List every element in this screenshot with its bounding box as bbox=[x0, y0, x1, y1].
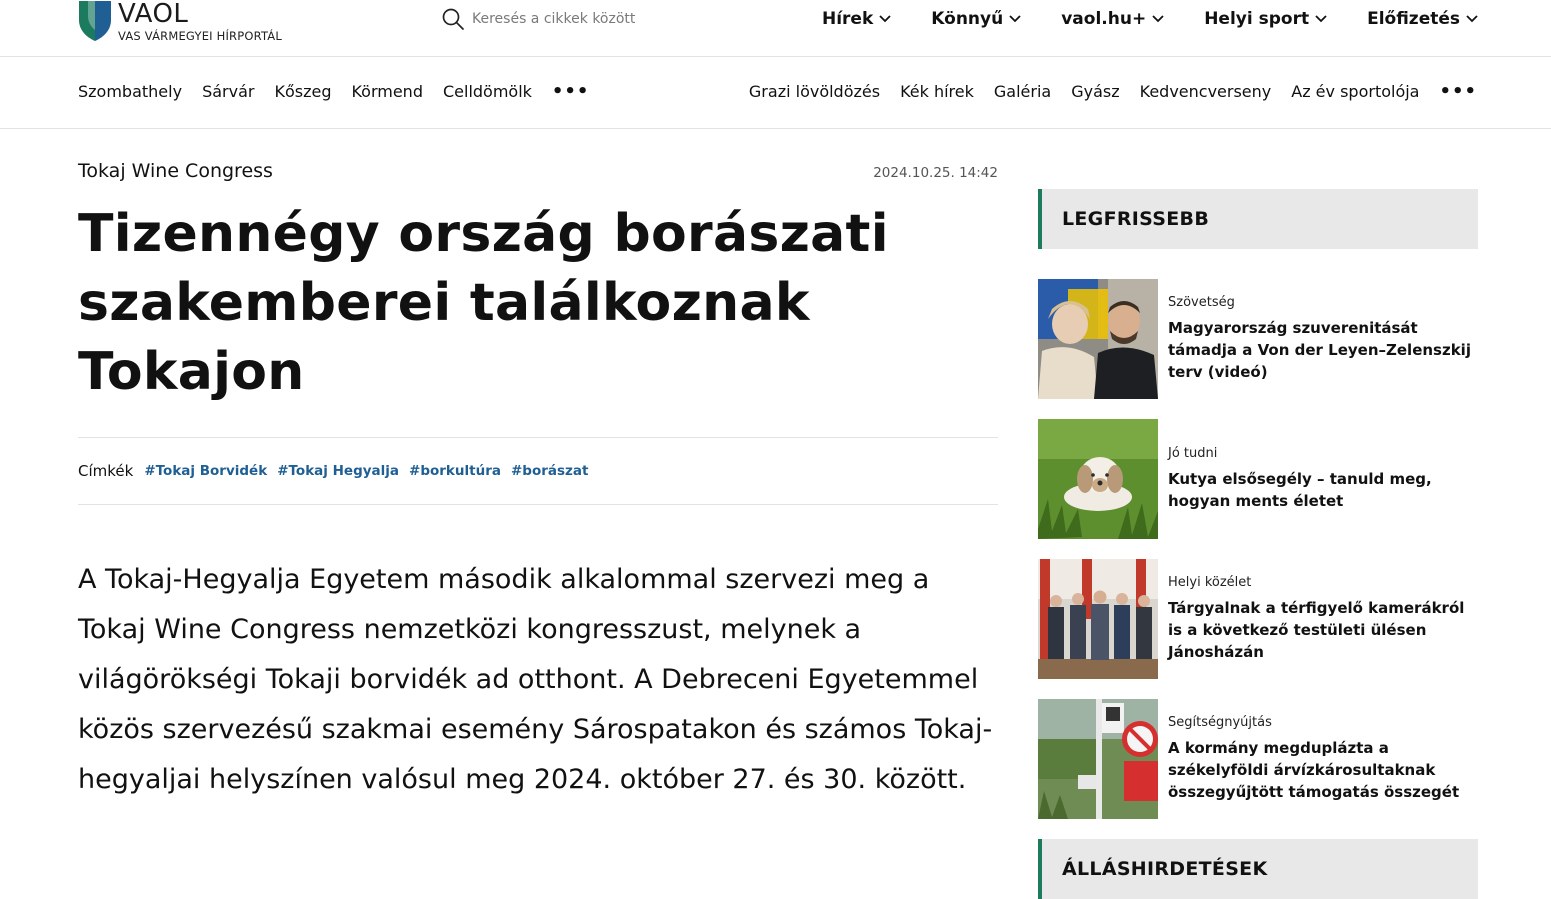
chevron-down-icon bbox=[1152, 15, 1164, 23]
tag-link[interactable]: #Tokaj Borvidék bbox=[144, 463, 267, 479]
tag-link[interactable]: #borászat bbox=[511, 463, 588, 479]
jobs-box: ÁLLÁSHIRDETÉSEK bbox=[1038, 839, 1478, 899]
news-title[interactable]: A kormány megduplázta a székelyföldi árv… bbox=[1168, 737, 1478, 803]
news-thumbnail-politicians[interactable] bbox=[1038, 279, 1158, 399]
nav-konnyu[interactable]: Könnyű bbox=[931, 9, 1021, 29]
article-title: Tizennégy ország borászati szakemberei t… bbox=[78, 204, 889, 402]
more-cities-icon[interactable]: ••• bbox=[552, 82, 590, 100]
more-topics-icon[interactable]: ••• bbox=[1439, 82, 1477, 100]
tag-link[interactable]: #Tokaj Hegyalja bbox=[277, 463, 399, 479]
jobs-heading: ÁLLÁSHIRDETÉSEK bbox=[1038, 839, 1478, 899]
latest-news-list: Szövetség Magyarország szuverenitását tá… bbox=[1038, 279, 1478, 819]
news-thumbnail-flood-sign[interactable] bbox=[1038, 699, 1158, 819]
latest-heading: LEGFRISSEBB bbox=[1038, 189, 1478, 249]
nav-vaol-plus-label: vaol.hu+ bbox=[1061, 9, 1147, 29]
topic-link-gyasz[interactable]: Gyász bbox=[1071, 82, 1119, 101]
site-logo[interactable]: VAOL VAS VÁRMEGYEI HÍRPORTÁL bbox=[78, 0, 282, 43]
news-category: Helyi közélet bbox=[1168, 575, 1252, 590]
search-input[interactable] bbox=[472, 11, 692, 27]
news-item[interactable]: Helyi közélet Tárgyalnak a térfigyelő ka… bbox=[1038, 559, 1478, 679]
nav-elofizetes[interactable]: Előfizetés bbox=[1367, 9, 1478, 29]
top-header: VAOL VAS VÁRMEGYEI HÍRPORTÁL Hírek Könny… bbox=[0, 0, 1551, 57]
article: Tokaj Wine Congress 2024.10.25. 14:42 Ti… bbox=[78, 160, 998, 832]
chevron-down-icon bbox=[1009, 15, 1021, 23]
nav-vaol-plus[interactable]: vaol.hu+ bbox=[1061, 9, 1164, 29]
search-bar bbox=[442, 8, 692, 30]
nav-helyi-sport-label: Helyi sport bbox=[1204, 9, 1310, 29]
logo-tagline: VAS VÁRMEGYEI HÍRPORTÁL bbox=[118, 29, 282, 43]
chevron-down-icon bbox=[1315, 15, 1327, 23]
sidebar: LEGFRISSEBB Szövetség Magyarország szuve… bbox=[1038, 189, 1478, 839]
topic-link-kedvencverseny[interactable]: Kedvencverseny bbox=[1140, 82, 1272, 101]
news-item[interactable]: Szövetség Magyarország szuverenitását tá… bbox=[1038, 279, 1478, 399]
news-item[interactable]: Jó tudni Kutya elsősegély – tanuld meg, … bbox=[1038, 419, 1478, 539]
news-item[interactable]: Segítségnyújtás A kormány megduplázta a … bbox=[1038, 699, 1478, 819]
tag-link[interactable]: #borkultúra bbox=[409, 463, 501, 479]
news-thumbnail-puppy[interactable] bbox=[1038, 419, 1158, 539]
article-meta: Tokaj Wine Congress 2024.10.25. 14:42 bbox=[78, 160, 998, 182]
search-icon[interactable] bbox=[442, 8, 464, 30]
news-title[interactable]: Kutya elsősegély – tanuld meg, hogyan me… bbox=[1168, 468, 1478, 512]
article-date: 2024.10.25. 14:42 bbox=[873, 165, 998, 181]
city-nav: Szombathely Sárvár Kőszeg Körmend Celldö… bbox=[78, 82, 589, 101]
article-lead: A Tokaj-Hegyalja Egyetem második alkalom… bbox=[78, 564, 993, 795]
news-title[interactable]: Tárgyalnak a térfigyelő kamerákról is a … bbox=[1168, 597, 1478, 663]
topic-link-ev-sportoloja[interactable]: Az év sportolója bbox=[1291, 82, 1419, 101]
topic-link-grazi[interactable]: Grazi lövöldözés bbox=[749, 82, 880, 101]
city-link-celldomolk[interactable]: Celldömölk bbox=[443, 82, 532, 101]
main-nav: Hírek Könnyű vaol.hu+ Helyi sport Előfiz… bbox=[822, 9, 1478, 29]
news-category: Szövetség bbox=[1168, 295, 1235, 310]
news-category: Jó tudni bbox=[1168, 446, 1218, 461]
article-kicker: Tokaj Wine Congress bbox=[78, 160, 273, 182]
news-thumbnail-group[interactable] bbox=[1038, 559, 1158, 679]
city-link-szombathely[interactable]: Szombathely bbox=[78, 82, 182, 101]
city-link-koszeg[interactable]: Kőszeg bbox=[274, 82, 331, 101]
shield-logo-icon bbox=[79, 1, 111, 41]
topic-nav: Grazi lövöldözés Kék hírek Galéria Gyász… bbox=[749, 82, 1477, 101]
nav-konnyu-label: Könnyű bbox=[931, 9, 1004, 29]
chevron-down-icon bbox=[879, 15, 891, 23]
topic-link-kek-hirek[interactable]: Kék hírek bbox=[900, 82, 974, 101]
news-title[interactable]: Magyarország szuverenitását támadja a Vo… bbox=[1168, 317, 1478, 383]
chevron-down-icon bbox=[1466, 15, 1478, 23]
news-category: Segítségnyújtás bbox=[1168, 715, 1272, 730]
nav-hirek[interactable]: Hírek bbox=[822, 9, 891, 29]
city-link-sarvar[interactable]: Sárvár bbox=[202, 82, 254, 101]
nav-hirek-label: Hírek bbox=[821, 9, 874, 29]
nav-helyi-sport[interactable]: Helyi sport bbox=[1204, 9, 1327, 29]
city-link-kormend[interactable]: Körmend bbox=[351, 82, 423, 101]
topic-link-galeria[interactable]: Galéria bbox=[994, 82, 1051, 101]
tags-row: Címkék #Tokaj Borvidék #Tokaj Hegyalja #… bbox=[78, 437, 998, 505]
secondary-nav: Szombathely Sárvár Kőszeg Körmend Celldö… bbox=[0, 57, 1551, 129]
nav-elofizetes-label: Előfizetés bbox=[1367, 9, 1460, 29]
tags-label: Címkék bbox=[78, 462, 134, 480]
logo-name: VAOL bbox=[118, 0, 189, 29]
